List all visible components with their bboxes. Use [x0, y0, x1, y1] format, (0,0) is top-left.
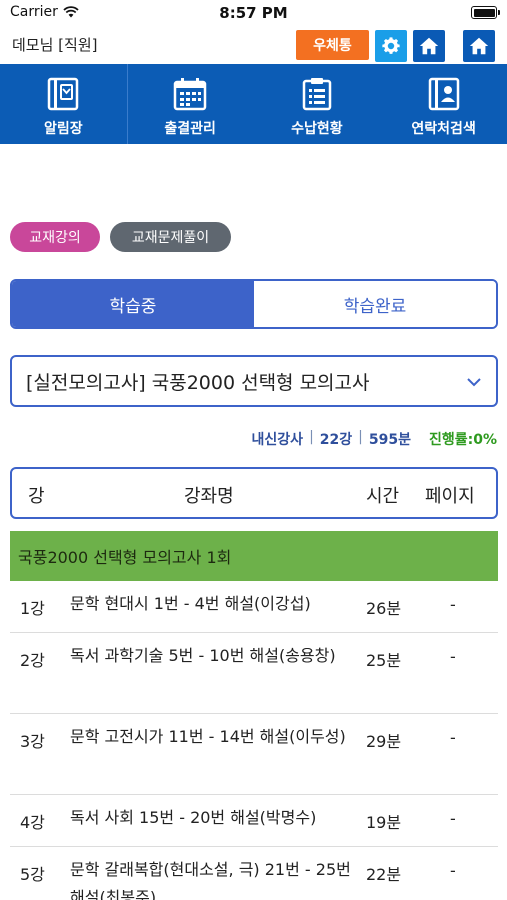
- nav-item-attendance[interactable]: 출결관리: [126, 64, 254, 144]
- header-title: 강좌명: [184, 486, 234, 507]
- course-select-value: [실전모의고사] 국풍2000 선택형 모의고사: [26, 371, 370, 394]
- status-bar: Carrier 8:57 PM: [0, 0, 507, 26]
- row-number: 4강: [20, 813, 45, 832]
- lecture-count: 22강: [319, 432, 353, 448]
- row-page: -: [450, 595, 456, 614]
- nav-item-payment[interactable]: 수납현황: [254, 64, 381, 144]
- total-minutes: 595분: [368, 432, 411, 448]
- clipboard-icon: [302, 78, 332, 111]
- table-header: 강 강좌명 시간 페이지: [10, 467, 498, 519]
- notebook-icon: [48, 77, 79, 111]
- row-time: 19분: [366, 813, 402, 832]
- pill-textbook-solution[interactable]: 교재문제풀이: [110, 222, 231, 252]
- row-time: 26분: [366, 599, 402, 618]
- row-title: 독서 사회 15번 - 20번 해설(박명수): [70, 808, 317, 827]
- chevron-down-icon: [467, 378, 481, 387]
- mailbox-button[interactable]: 우체통: [296, 30, 369, 60]
- teacher-type: 내신강사: [251, 432, 304, 448]
- row-page: -: [450, 647, 456, 666]
- nav-label: 수납현황: [291, 121, 343, 137]
- row-time: 22분: [366, 865, 402, 884]
- gear-icon: [382, 37, 400, 54]
- user-label: 데모님 [직원]: [12, 36, 98, 54]
- nav-item-notice[interactable]: 알림장: [0, 64, 127, 144]
- row-title: 문학 갈래복합(현대소설, 극) 21번 - 25번 해설(최봉주): [70, 860, 351, 900]
- study-status-tabs: 학습중 학습완료: [10, 279, 498, 329]
- table-row[interactable]: 5강 문학 갈래복합(현대소설, 극) 21번 - 25번 해설(최봉주) 22…: [10, 847, 498, 900]
- header-num: 강: [28, 486, 45, 507]
- progress-rate: 진행률:0%: [428, 432, 497, 448]
- row-number: 3강: [20, 732, 45, 751]
- nav-label: 알림장: [44, 121, 83, 137]
- home-button[interactable]: [413, 30, 445, 62]
- pill-textbook-lecture[interactable]: 교재강의: [10, 222, 100, 252]
- home-button-2[interactable]: [463, 30, 495, 62]
- row-number: 2강: [20, 651, 45, 670]
- row-number: 5강: [20, 865, 45, 884]
- row-page: -: [450, 861, 456, 880]
- table-row[interactable]: 2강 독서 과학기술 5번 - 10번 해설(송용창) 25분 -: [10, 633, 498, 714]
- tab-completed[interactable]: 학습완료: [254, 281, 496, 327]
- row-page: -: [450, 809, 456, 828]
- status-time: 8:57 PM: [219, 4, 288, 22]
- battery-icon: [471, 6, 500, 19]
- home-icon: [469, 37, 489, 55]
- header-page: 페이지: [425, 486, 475, 507]
- settings-button[interactable]: [375, 30, 407, 62]
- home-icon: [419, 37, 439, 55]
- table-row[interactable]: 3강 문학 고전시가 11번 - 14번 해설(이두성) 29분 -: [10, 714, 498, 795]
- top-bar: 데모님 [직원] 우체통: [0, 26, 507, 64]
- row-number: 1강: [20, 599, 45, 618]
- row-time: 29분: [366, 732, 402, 751]
- main-nav: 알림장 출결관리 수납현황 연락처검색: [0, 64, 507, 144]
- row-time: 25분: [366, 651, 402, 670]
- nav-label: 연락처검색: [411, 121, 476, 137]
- nav-label: 출결관리: [164, 121, 216, 137]
- contact-book-icon: [428, 77, 459, 111]
- row-title: 독서 과학기술 5번 - 10번 해설(송용창): [70, 646, 336, 665]
- row-page: -: [450, 728, 456, 747]
- divider: |: [358, 429, 363, 445]
- section-group-title: 국풍2000 선택형 모의고사 1회: [10, 531, 498, 581]
- course-select[interactable]: [실전모의고사] 국풍2000 선택형 모의고사: [10, 355, 498, 407]
- row-title: 문학 현대시 1번 - 4번 해설(이강섭): [70, 594, 311, 613]
- course-summary: 내신강사 | 22강 | 595분 진행률:0%: [252, 429, 497, 449]
- table-row[interactable]: 1강 문학 현대시 1번 - 4번 해설(이강섭) 26분 -: [10, 581, 498, 633]
- divider: |: [309, 429, 314, 445]
- tab-in-progress[interactable]: 학습중: [12, 281, 254, 327]
- row-title: 문학 고전시가 11번 - 14번 해설(이두성): [70, 727, 346, 746]
- header-time: 시간: [366, 486, 400, 507]
- nav-item-contacts[interactable]: 연락처검색: [380, 64, 507, 144]
- table-row[interactable]: 4강 독서 사회 15번 - 20번 해설(박명수) 19분 -: [10, 795, 498, 847]
- calendar-icon: [173, 78, 207, 111]
